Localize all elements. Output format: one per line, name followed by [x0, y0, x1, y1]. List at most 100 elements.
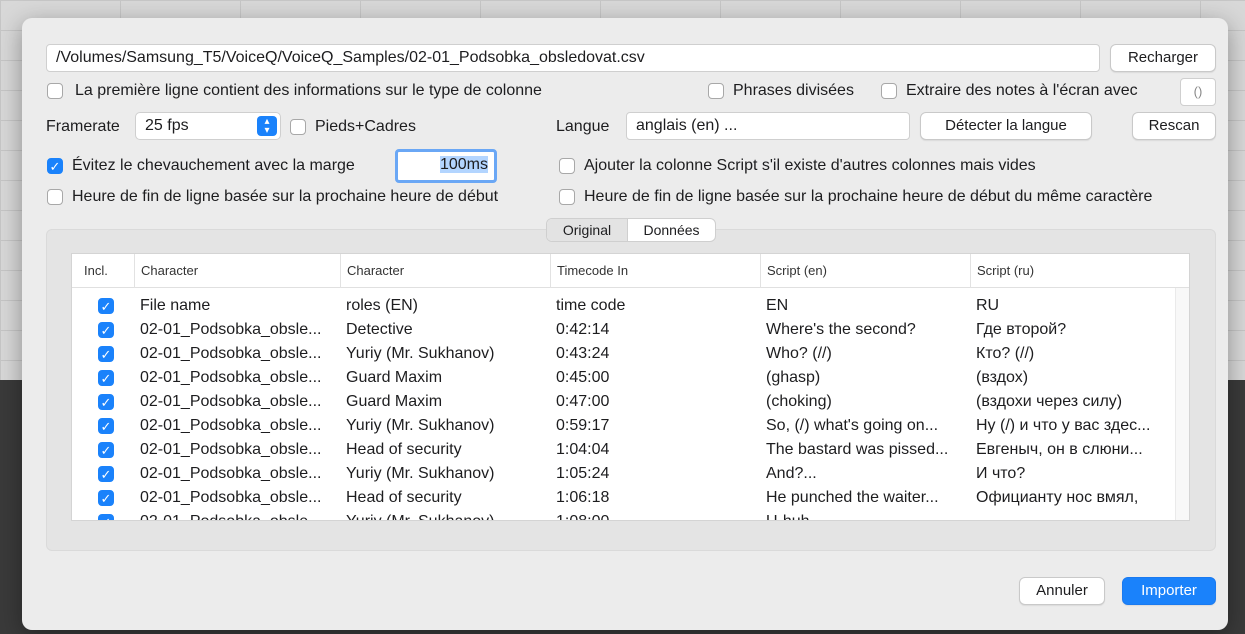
script-en-cell: RU — [976, 297, 1000, 314]
file-name-cell: 02-01_Podsobka_obsle... — [140, 369, 322, 386]
include-checkbox[interactable]: ✓ — [98, 442, 114, 458]
include-checkbox[interactable]: ✓ — [98, 346, 114, 362]
include-checkbox[interactable]: ✓ — [98, 466, 114, 482]
framerate-label: Framerate — [46, 118, 120, 135]
file-path-field[interactable]: /Volumes/Samsung_T5/VoiceQ/VoiceQ_Sample… — [46, 44, 1100, 72]
margin-value: 100ms — [439, 156, 488, 173]
cancel-button[interactable]: Annuler — [1019, 577, 1105, 605]
reload-button[interactable]: Recharger — [1110, 44, 1216, 72]
character-2-cell: 1:06:18 — [556, 489, 610, 506]
character-2-cell: 0:43:24 — [556, 345, 610, 362]
script-en-cell: Кто? (//) — [976, 345, 1035, 362]
timecode-cell: EN — [766, 297, 789, 314]
file-name-cell: 02-01_Podsobka_obsle... — [140, 321, 322, 338]
character-2-cell: 1:05:24 — [556, 465, 610, 482]
timecode-cell: U-huh... — [760, 510, 970, 520]
table-scrollbar[interactable] — [1175, 288, 1189, 520]
header-character-1[interactable]: Character — [134, 254, 340, 288]
table-row[interactable]: ✓ 02-01_Podsobka_obsle... Guard Maxim 0:47:… — [72, 390, 1189, 414]
header-timecode-in[interactable]: Timecode In — [550, 254, 760, 288]
header-incl[interactable]: Incl. — [78, 254, 140, 288]
timecode-cell: (choking) — [766, 393, 832, 410]
first-line-info-label: La première ligne contient des informati… — [75, 82, 542, 99]
feet-frames-label: Pieds+Cadres — [315, 118, 416, 135]
file-name-cell: 02-01_Podsobka_obsle... — [140, 393, 322, 410]
data-table: Incl. Character Character Timecode In Sc… — [71, 253, 1190, 521]
table-row[interactable]: ✓02-01_Podsobka_obsle...Yuriy (Mr. Sukha… — [72, 414, 1189, 438]
end-time-next-start-label: Heure de fin de ligne basée sur la proch… — [72, 188, 499, 205]
character-2-cell: 1:04:04 — [556, 441, 610, 458]
avoid-overlap-checkbox[interactable]: ✓ — [47, 158, 63, 174]
file-name-cell: 02-01_Podsobka_obsle... — [140, 441, 322, 458]
character-1-cell: Detective — [346, 321, 413, 338]
include-checkbox[interactable]: ✓ — [98, 514, 114, 520]
margin-field[interactable]: 100ms — [395, 149, 497, 183]
import-button[interactable]: Importer — [1122, 577, 1216, 605]
extract-notes-label: Extraire des notes à l'écran avec — [906, 82, 1138, 99]
extract-notes-checkbox[interactable] — [881, 83, 897, 99]
table-row[interactable]: ✓02-01_Podsobka_obsle...Yuriy (Mr. Sukha… — [72, 510, 1189, 520]
file-name-cell: 02-01_Podsobka_obsle... — [140, 345, 322, 362]
script-en-cell: ... — [970, 510, 1176, 520]
include-checkbox[interactable]: ✓ — [98, 322, 114, 338]
script-en-cell: (вздохи через силу) — [976, 393, 1123, 410]
include-checkbox[interactable]: ✓ — [98, 298, 114, 314]
character-2-cell: 0:45:00 — [556, 369, 610, 386]
end-time-same-char-checkbox[interactable] — [559, 189, 575, 205]
detect-language-button[interactable]: Détecter la langue — [920, 112, 1092, 140]
header-script-en[interactable]: Script (en) — [760, 254, 970, 288]
end-time-next-start-checkbox[interactable] — [47, 189, 63, 205]
tab-data[interactable]: Données — [627, 219, 715, 241]
character-2-cell: 0:59:17 — [556, 417, 610, 434]
script-en-cell: Ну (/) и что у вас здес... — [976, 417, 1151, 434]
end-time-same-char-label: Heure de fin de ligne basée sur la proch… — [584, 188, 1153, 205]
character-1-cell: Head of security — [346, 441, 462, 458]
timecode-cell: Where's the second? — [766, 321, 916, 338]
timecode-cell: And?... — [766, 465, 817, 482]
character-2-cell: 0:47:00 — [556, 393, 610, 410]
split-phrases-checkbox[interactable] — [708, 83, 724, 99]
file-name-cell: 02-01_Podsobka_obsle... — [140, 417, 322, 434]
character-1-cell: Guard Maxim — [346, 393, 443, 410]
view-tabs: Original Données — [546, 218, 716, 242]
include-checkbox[interactable]: ✓ — [98, 370, 114, 386]
character-1-cell: Head of security — [346, 489, 462, 506]
script-en-cell: Евгеныч, он в слюни... — [976, 441, 1143, 458]
rescan-button[interactable]: Rescan — [1132, 112, 1216, 140]
file-name-cell: 02-01_Podsobka_obsle... — [140, 465, 322, 482]
file-name-cell: 02-01_Podsobka_obsle... — [140, 489, 322, 506]
import-dialog: /Volumes/Samsung_T5/VoiceQ/VoiceQ_Sample… — [22, 18, 1228, 630]
split-phrases-label: Phrases divisées — [733, 82, 854, 99]
script-en-cell: Где второй? — [976, 321, 1067, 338]
timecode-cell: He punched the waiter... — [766, 489, 939, 506]
character-1-cell: Yuriy (Mr. Sukhanov) — [346, 345, 495, 362]
table-row[interactable]: ✓ 02-01_Podsobka_obsle... Guard Maxim 0:45:… — [72, 366, 1189, 390]
script-en-cell: И что? — [976, 465, 1026, 482]
character-2-cell: 1:08:00 — [550, 510, 760, 520]
file-name-cell: File name — [140, 297, 211, 314]
table-row[interactable]: ✓ File name roles (EN) time code EN RU — [72, 294, 1189, 318]
file-name-cell: 02-01_Podsobka_obsle... — [134, 510, 340, 520]
table-row[interactable]: ✓ 02-01_Podsobka_obsle... Yuriy (Mr. Sukha… — [72, 342, 1189, 366]
table-row[interactable]: ✓ 02-01_Podsobka_obsle... Head of security… — [72, 486, 1189, 510]
table-header: Incl. Character Character Timecode In Sc… — [72, 254, 1189, 288]
header-character-2[interactable]: Character — [340, 254, 550, 288]
language-field[interactable]: anglais (en) ... — [626, 112, 910, 140]
header-script-ru[interactable]: Script (ru) — [970, 254, 1176, 288]
timecode-cell: So, (/) what's going on... — [766, 417, 939, 434]
add-script-column-checkbox[interactable] — [559, 158, 575, 174]
tab-original[interactable]: Original — [547, 219, 627, 241]
first-line-info-checkbox[interactable] — [47, 83, 63, 99]
table-row[interactable]: ✓02-01_Podsobka_obsle...Yuriy (Mr. Sukha… — [72, 462, 1189, 486]
script-en-cell: (вздох) — [976, 369, 1029, 386]
notes-delimiter-field[interactable]: () — [1180, 78, 1216, 106]
table-row[interactable]: ✓ 02-01_Podsobka_obsle... Detective 0:42:14… — [72, 318, 1189, 342]
include-checkbox[interactable]: ✓ — [98, 394, 114, 410]
framerate-select[interactable]: 25 fps ▴ ▾ — [135, 112, 281, 140]
feet-frames-checkbox[interactable] — [290, 119, 306, 135]
table-row[interactable]: ✓ 02-01_Podsobka_obsle... Head of security… — [72, 438, 1189, 462]
include-checkbox[interactable]: ✓ — [98, 418, 114, 434]
script-en-cell: Официанту нос вмял, — [976, 489, 1139, 506]
language-label: Langue — [556, 118, 610, 135]
include-checkbox[interactable]: ✓ — [98, 490, 114, 506]
